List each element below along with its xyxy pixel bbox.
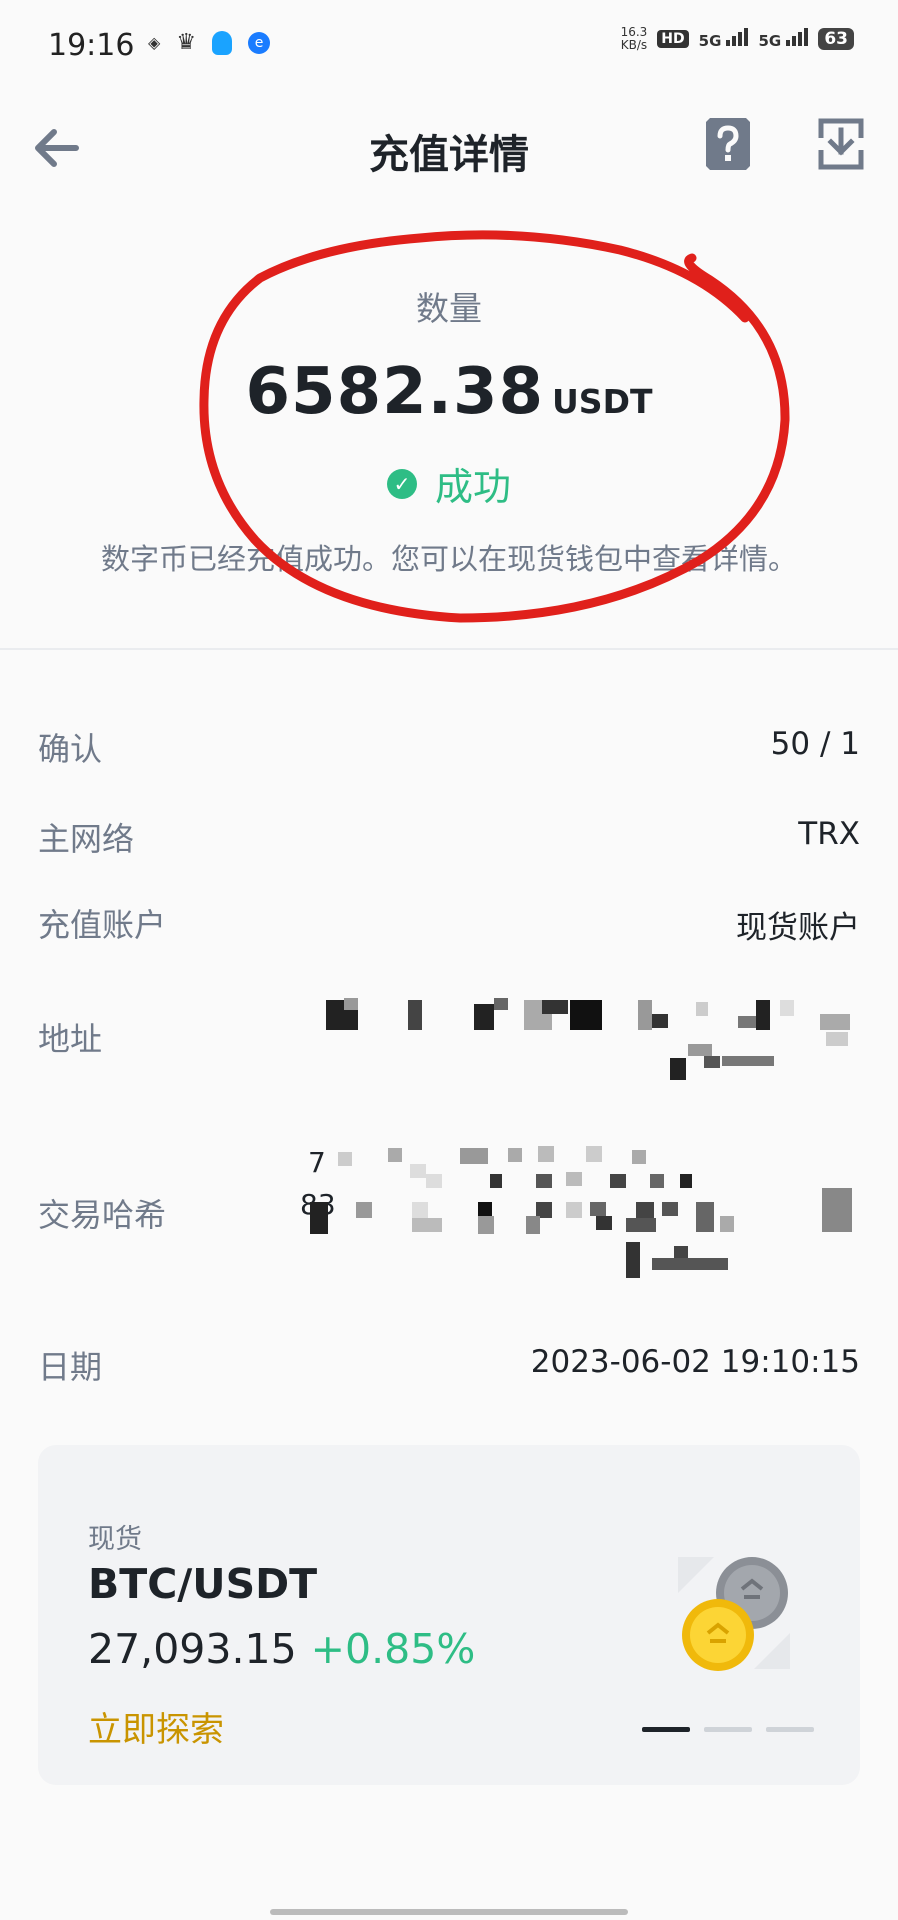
carousel-dot[interactable]	[704, 1727, 752, 1732]
crown-icon: ♛	[176, 30, 197, 55]
quantity-label: 数量	[416, 289, 482, 328]
account-value: 现货账户	[736, 910, 860, 946]
promo-card[interactable]: 现货 BTC/USDT 27,093.15 +0.85% 立即探索	[38, 1445, 860, 1785]
notification-icons: ◈ ♛ e	[148, 30, 271, 55]
confirmations-value: 50 / 1	[770, 726, 860, 762]
qq-icon	[212, 30, 233, 55]
txhash-label: 交易哈希	[38, 1196, 167, 1234]
download-icon[interactable]	[818, 118, 864, 170]
network-value: TRX	[798, 816, 860, 852]
status-description: 数字币已经充值成功。您可以在现货钱包中查看详情。	[100, 542, 797, 576]
deposit-amount: 6582.38	[245, 355, 545, 429]
status-time: 19:16	[48, 28, 135, 63]
coins-icon	[678, 1557, 790, 1671]
section-divider	[0, 648, 898, 650]
txhash-value-redacted[interactable]: 7 83	[300, 1146, 856, 1280]
amount-unit: USDT	[552, 382, 653, 421]
address-label: 地址	[38, 1020, 103, 1058]
network-speed: 16.3 KB/s	[620, 25, 648, 52]
success-check-icon: ✓	[386, 468, 417, 499]
address-value-redacted[interactable]	[326, 998, 856, 1084]
network-label: 主网络	[38, 820, 135, 858]
help-icon[interactable]	[704, 116, 752, 172]
system-icons: 16.3 KB/s HD 5G 5G 63	[621, 26, 854, 52]
hd-icon: HD	[657, 30, 689, 48]
carousel-dot[interactable]	[642, 1727, 690, 1732]
carousel-indicator[interactable]	[642, 1727, 814, 1732]
status-text: 成功	[434, 465, 511, 509]
binance-icon: ◈	[148, 33, 161, 52]
home-indicator[interactable]	[270, 1909, 628, 1915]
page-title: 充值详情	[369, 132, 529, 178]
carousel-dot[interactable]	[766, 1727, 814, 1732]
explore-link[interactable]: 立即探索	[88, 1702, 224, 1751]
amount-row: 6582.38 USDT	[0, 355, 898, 429]
confirmations-label: 确认	[38, 730, 103, 768]
date-value: 2023-06-02 19:10:15	[530, 1344, 860, 1380]
status-row: ✓ 成功	[0, 456, 898, 511]
promo-price: 27,093.15	[88, 1625, 297, 1673]
browser-icon: e	[248, 31, 271, 54]
promo-price-row: 27,093.15 +0.85%	[88, 1625, 475, 1673]
app-header: 充值详情	[0, 92, 898, 200]
date-label: 日期	[38, 1348, 103, 1386]
promo-category: 现货	[88, 1524, 142, 1555]
battery-icon: 63	[818, 28, 854, 50]
promo-pair: BTC/USDT	[88, 1560, 318, 1608]
signal-icon: 5G	[699, 28, 749, 50]
promo-change: +0.85%	[310, 1625, 476, 1673]
account-label: 充值账户	[38, 906, 167, 944]
status-bar: 19:16 ◈ ♛ e 16.3 KB/s HD 5G 5G 63	[0, 0, 898, 92]
signal-icon: 5G	[758, 28, 809, 50]
